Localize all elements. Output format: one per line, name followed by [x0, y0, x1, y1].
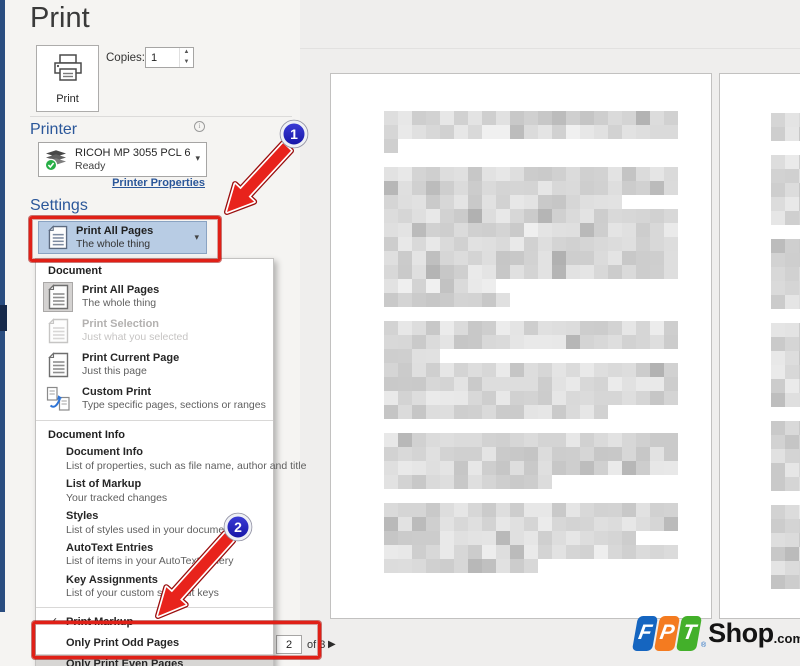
copies-value[interactable]: 1	[146, 52, 179, 64]
printer-icon	[51, 53, 85, 88]
preview-divider	[300, 48, 800, 49]
menu-item-list-of-markup[interactable]: List of Markup Your tracked changes	[36, 476, 273, 508]
registered-mark: ®	[701, 642, 707, 649]
menu-item-title: Print All Pages	[82, 284, 160, 297]
page-title: Print	[30, 2, 90, 34]
menu-item-print-selection: Print Selection Just what you selected	[36, 314, 273, 348]
annotation-box-only-even-pages	[32, 621, 321, 659]
annotation-box-print-all-pages	[29, 216, 221, 262]
menu-item-title: List of Markup	[66, 477, 142, 490]
menu-item-subtitle: Just what you selected	[82, 331, 189, 344]
fpt-shop-logo: F P T ® Shop .com.vn	[631, 613, 800, 653]
copies-label: Copies:	[106, 52, 145, 64]
printer-status-icon	[43, 149, 70, 177]
annotation-arrow-1	[224, 140, 294, 215]
print-current-page-icon	[43, 350, 73, 380]
svg-text:1: 1	[290, 126, 298, 142]
menu-item-styles[interactable]: Styles List of styles used in your docum…	[36, 508, 273, 540]
menu-item-autotext-entries[interactable]: AutoText Entries List of items in your A…	[36, 540, 273, 572]
menu-item-subtitle: Type specific pages, sections or ranges	[82, 399, 266, 412]
printer-properties-link[interactable]: Printer Properties	[38, 177, 205, 189]
print-all-pages-icon	[43, 282, 73, 312]
menu-item-subtitle: List of your custom shortcut keys	[66, 587, 219, 600]
menu-item-subtitle: Your tracked changes	[66, 491, 168, 504]
word-print-backstage: Print Print Copies: 1 ▲ ▼ Printer i RICO…	[0, 0, 800, 666]
menu-item-subtitle: List of properties, such as file name, a…	[66, 459, 307, 472]
menu-item-title: Document Info	[66, 446, 143, 458]
printer-status: Ready	[75, 160, 106, 172]
menu-item-title: Custom Print	[82, 386, 152, 399]
printer-select-dropdown[interactable]: RICOH MP 3055 PCL 6 Ready ▾	[38, 142, 207, 177]
window-edge-notch	[0, 305, 7, 331]
menu-item-subtitle: Just this page	[82, 365, 147, 378]
menu-item-title: Styles	[66, 509, 99, 522]
menu-item-print-current-page[interactable]: Print Current Page Just this page	[36, 348, 273, 382]
logo-shop-text: Shop	[708, 617, 774, 648]
copies-stepper[interactable]: 1 ▲ ▼	[145, 47, 194, 68]
chevron-down-icon: ▾	[195, 153, 200, 163]
print-button[interactable]: Print	[36, 45, 99, 112]
menu-item-document-info[interactable]: Document Info List of properties, such a…	[36, 444, 307, 476]
printer-heading: Printer	[30, 121, 78, 138]
menu-item-subtitle: The whole thing	[82, 297, 157, 310]
menu-item-subtitle: List of items in your AutoText gallery	[66, 555, 234, 568]
menu-item-custom-print[interactable]: Custom Print Type specific pages, sectio…	[36, 382, 273, 416]
blurred-text-content	[384, 111, 679, 575]
blurred-text-content	[771, 113, 800, 591]
print-range-menu: Document Print All Pages The whole thing…	[35, 258, 307, 666]
menu-item-title: AutoText Entries	[66, 541, 154, 554]
print-button-label: Print	[56, 93, 79, 105]
menu-item-print-all-pages[interactable]: Print All Pages The whole thing	[36, 280, 273, 314]
logo-letter-t: T	[675, 615, 703, 651]
info-icon[interactable]: i	[194, 121, 205, 132]
menu-item-title: Only Print Even Pages	[66, 658, 184, 666]
preview-page-2	[719, 73, 800, 619]
section-divider	[30, 116, 292, 117]
menu-item-title: Key Assignments	[66, 573, 158, 586]
copies-increment-icon[interactable]: ▲	[180, 48, 193, 58]
menu-separator	[36, 607, 273, 609]
settings-heading: Settings	[30, 197, 88, 214]
next-page-icon[interactable]: ▶	[328, 639, 336, 650]
print-selection-icon	[43, 316, 73, 346]
menu-item-subtitle: List of styles used in your document	[66, 523, 233, 536]
menu-section-header: Document	[48, 265, 102, 277]
menu-item-title: Print Selection	[82, 318, 160, 331]
menu-section-header: Document Info	[48, 429, 125, 441]
printer-name: RICOH MP 3055 PCL 6	[75, 147, 191, 159]
menu-item-title: Print Current Page	[82, 352, 180, 365]
logo-domain-text: .com.vn	[773, 631, 800, 646]
menu-separator	[36, 420, 273, 421]
copies-decrement-icon[interactable]: ▼	[180, 58, 193, 68]
menu-item-key-assignments[interactable]: Key Assignments List of your custom shor…	[36, 572, 273, 604]
preview-page-1	[330, 73, 712, 619]
custom-print-icon	[43, 384, 73, 414]
